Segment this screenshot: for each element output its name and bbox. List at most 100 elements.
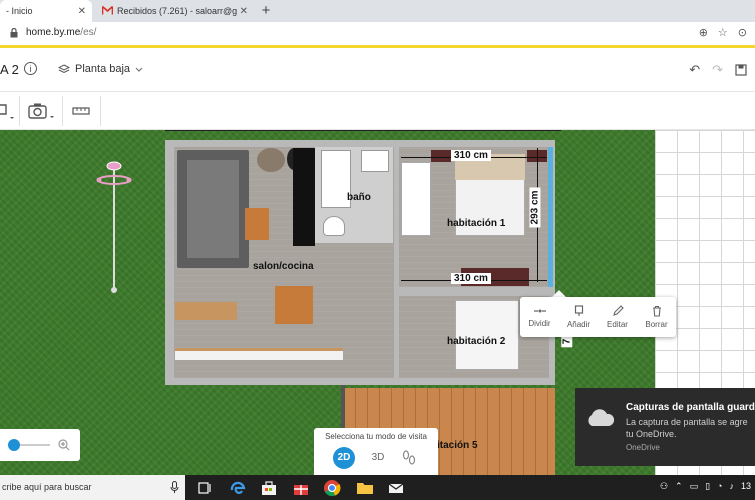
taskbar-clock[interactable]: 13 bbox=[741, 481, 751, 492]
lamp-post-icon[interactable] bbox=[94, 156, 134, 296]
room-label-salon[interactable]: salon/cocina bbox=[253, 261, 314, 272]
plan-tool-icon bbox=[0, 104, 14, 119]
kitchen-row[interactable] bbox=[175, 348, 343, 360]
divide-wall-icon bbox=[533, 309, 546, 313]
browser-tab-bar: - Inicio ✕ Recibidos (7.261) - saloarr@g… bbox=[0, 0, 755, 22]
add-label: Añadir bbox=[566, 320, 591, 329]
dining-table[interactable] bbox=[275, 286, 313, 324]
battery-icon[interactable]: ▯ bbox=[705, 481, 710, 492]
save-icon[interactable] bbox=[735, 64, 747, 76]
delete-label: Borrar bbox=[645, 320, 668, 329]
chevron-down-icon bbox=[135, 67, 143, 72]
room-label-hab5[interactable]: itación 5 bbox=[437, 440, 478, 451]
floor-selector[interactable]: Planta baja bbox=[58, 63, 143, 75]
toast-title: Capturas de pantalla guardad bbox=[626, 402, 755, 413]
measure-button[interactable] bbox=[72, 98, 90, 124]
ruler-icon bbox=[72, 107, 90, 115]
close-icon[interactable]: ✕ bbox=[78, 6, 86, 17]
taskbar-search[interactable]: cribe aquí para buscar bbox=[0, 475, 185, 500]
taskbar-search-placeholder: cribe aquí para buscar bbox=[2, 482, 92, 492]
address-bar[interactable]: home.by.me/es/ ⊕ ☆ ⊙ bbox=[0, 22, 755, 46]
new-tab-button[interactable]: + bbox=[258, 2, 274, 20]
mail-icon[interactable] bbox=[387, 479, 405, 497]
wardrobe[interactable] bbox=[401, 162, 431, 236]
zoom-in-icon[interactable] bbox=[58, 439, 70, 451]
plot-boundary bbox=[165, 130, 561, 131]
dimension-bottom: 310 cm bbox=[451, 273, 491, 284]
add-button[interactable]: Añadir bbox=[559, 297, 598, 337]
edit-label: Editar bbox=[607, 320, 628, 329]
tab-inicio[interactable]: - Inicio ✕ bbox=[0, 0, 92, 22]
edit-button[interactable]: Editar bbox=[598, 297, 637, 337]
chrome-icon[interactable] bbox=[323, 479, 341, 497]
bed-hab2[interactable] bbox=[455, 300, 519, 370]
footsteps-icon[interactable] bbox=[398, 447, 420, 469]
sink[interactable] bbox=[361, 150, 389, 172]
view-mode-selector: Selecciona tu modo de visita 2D 3D bbox=[314, 428, 438, 475]
camera-icon bbox=[28, 103, 54, 119]
wifi-icon[interactable]: ◔ bbox=[717, 481, 722, 492]
room-label-hab1[interactable]: habitación 1 bbox=[447, 218, 505, 229]
divide-label: Dividir bbox=[528, 319, 551, 328]
trash-icon bbox=[652, 305, 661, 317]
zoom-slider-knob[interactable] bbox=[8, 439, 20, 451]
people-icon[interactable]: ⚇ bbox=[660, 481, 668, 492]
bookmark-star-icon[interactable]: ☆ bbox=[718, 26, 728, 39]
close-icon[interactable]: ✕ bbox=[240, 6, 248, 17]
add-point-icon bbox=[574, 305, 583, 316]
url-text[interactable]: home.by.me/es/ bbox=[26, 27, 96, 38]
floor-selector-label: Planta baja bbox=[75, 63, 131, 75]
delete-button[interactable]: Borrar bbox=[637, 297, 676, 337]
selected-wall[interactable] bbox=[548, 147, 553, 287]
gift-icon[interactable] bbox=[292, 479, 310, 497]
project-name[interactable]: A 2 bbox=[0, 62, 19, 77]
redo-icon[interactable]: ↷ bbox=[712, 62, 723, 78]
pencil-icon bbox=[612, 305, 624, 316]
dimension-clipped: 7 bbox=[561, 335, 573, 348]
app-toolbar: A 2 i Planta baja ↶ ↷ bbox=[0, 48, 755, 92]
cloud-icon bbox=[588, 409, 615, 426]
layers-icon bbox=[58, 64, 70, 74]
undo-icon[interactable]: ↶ bbox=[689, 62, 700, 78]
lock-icon bbox=[10, 28, 18, 38]
armchair[interactable] bbox=[257, 148, 285, 172]
network-icon[interactable]: ▭ bbox=[690, 481, 699, 492]
browser-menu-icon[interactable]: ⊙ bbox=[738, 26, 747, 39]
tab-label: - Inicio bbox=[6, 6, 33, 16]
toast-body-line2: tu OneDrive. bbox=[626, 429, 677, 439]
dimension-side: 293 cm bbox=[529, 187, 541, 228]
room-label-bano[interactable]: baño bbox=[347, 192, 371, 203]
onedrive-toast[interactable]: Capturas de pantalla guardad La captura … bbox=[575, 388, 755, 466]
toast-source: OneDrive bbox=[626, 443, 660, 452]
toilet[interactable] bbox=[323, 216, 345, 236]
zoom-page-icon[interactable]: ⊕ bbox=[699, 26, 708, 39]
tv-unit[interactable] bbox=[293, 148, 315, 246]
url-host: home.by.me bbox=[26, 27, 81, 38]
camera-button[interactable] bbox=[28, 98, 54, 124]
toast-body-line1: La captura de pantalla se agre bbox=[626, 417, 748, 427]
tool-row bbox=[0, 92, 755, 130]
zoom-control bbox=[0, 429, 80, 461]
task-view-icon[interactable] bbox=[196, 479, 214, 497]
url-path: /es/ bbox=[80, 27, 97, 38]
mode-3d-button[interactable]: 3D bbox=[367, 447, 389, 469]
gmail-icon bbox=[101, 5, 114, 17]
coffee-table[interactable] bbox=[245, 208, 269, 240]
info-icon[interactable]: i bbox=[24, 62, 37, 75]
room-label-hab2[interactable]: habitación 2 bbox=[447, 336, 505, 347]
edge-browser-icon[interactable] bbox=[229, 479, 247, 497]
view-mode-title: Selecciona tu modo de visita bbox=[325, 432, 427, 441]
dimension-top: 310 cm bbox=[451, 150, 491, 161]
file-explorer-icon[interactable] bbox=[356, 479, 374, 497]
microphone-icon[interactable] bbox=[170, 481, 179, 494]
house-plan[interactable]: 310 cm 310 cm 293 cm 7 baño habitación 1… bbox=[165, 140, 573, 475]
tab-gmail[interactable]: Recibidos (7.261) - saloarr@gma ✕ bbox=[96, 0, 254, 22]
volume-icon[interactable]: ♪ bbox=[729, 481, 734, 492]
store-icon[interactable] bbox=[260, 479, 278, 497]
kitchen-counter[interactable] bbox=[175, 302, 237, 320]
divide-button[interactable]: Dividir bbox=[520, 297, 559, 337]
show-hidden-icon[interactable]: ⌃ bbox=[675, 481, 683, 492]
system-tray: ⚇ ⌃ ▭ ▯ ◔ ♪ 13 bbox=[660, 481, 751, 492]
wall-tool-button[interactable] bbox=[0, 98, 14, 124]
mode-2d-button[interactable]: 2D bbox=[333, 447, 355, 469]
